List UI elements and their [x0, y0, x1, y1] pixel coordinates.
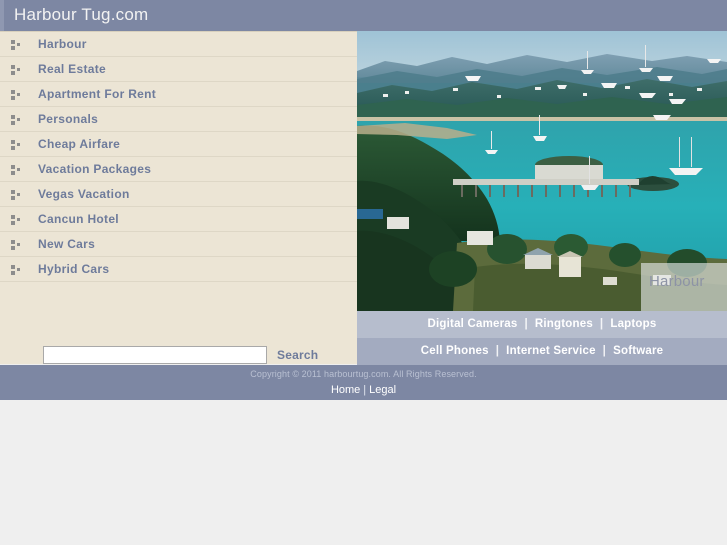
list-bullet-icon: [11, 65, 22, 75]
sidebar-item-label: Vegas Vacation: [38, 187, 130, 201]
watermark-label: Harbour: [649, 273, 705, 290]
list-bullet-icon: [11, 190, 22, 200]
site-footer: Copyright © 2011 harbourtug.com. All Rig…: [0, 365, 727, 400]
sidebar-item-cancun-hotel[interactable]: Cancun Hotel: [0, 207, 357, 232]
list-bullet-icon: [11, 40, 22, 50]
nav-separator: |: [524, 318, 528, 330]
nav-link-digital-cameras[interactable]: Digital Cameras: [428, 318, 518, 330]
page-title: Harbour Tug.com: [14, 5, 149, 24]
sidebar-item-harbour[interactable]: Harbour: [0, 32, 357, 57]
category-nav-bar-secondary: Cell Phones | Internet Service | Software: [357, 338, 727, 365]
list-bullet-icon: [11, 265, 22, 275]
sidebar-item-label: Harbour: [38, 37, 87, 51]
nav-separator: |: [599, 318, 604, 330]
nav-separator: |: [495, 345, 500, 357]
image-watermark: Harbour: [641, 263, 727, 311]
sidebar-item-label: Vacation Packages: [38, 162, 152, 176]
sidebar-item-personals[interactable]: Personals: [0, 107, 357, 132]
list-bullet-icon: [11, 115, 22, 125]
footer-link-home[interactable]: Home: [331, 384, 360, 396]
footer-link-legal[interactable]: Legal: [369, 384, 396, 396]
sidebar-item-real-estate[interactable]: Real Estate: [0, 57, 357, 82]
list-bullet-icon: [11, 215, 22, 225]
sidebar-item-hybrid-cars[interactable]: Hybrid Cars: [0, 257, 357, 282]
sidebar-item-label: Cheap Airfare: [38, 137, 121, 151]
search-area: Search: [0, 310, 357, 364]
footer-separator: |: [363, 384, 367, 396]
sidebar-item-new-cars[interactable]: New Cars: [0, 232, 357, 257]
search-input[interactable]: [43, 346, 267, 364]
sidebar-item-label: Real Estate: [38, 62, 106, 76]
sidebar-item-label: New Cars: [38, 237, 96, 251]
category-nav-bar-primary: Digital Cameras | Ringtones | Laptops: [357, 311, 727, 338]
header-accent-bar: [0, 0, 4, 31]
list-bullet-icon: [11, 240, 22, 250]
list-bullet-icon: [11, 140, 22, 150]
nav-link-cell-phones[interactable]: Cell Phones: [421, 345, 489, 357]
site-header: Harbour Tug.com: [0, 0, 727, 31]
nav-separator: |: [602, 345, 607, 357]
page-background-area: [0, 400, 727, 545]
copyright-text: Copyright © 2011 harbourtug.com. All Rig…: [250, 369, 477, 379]
sidebar-item-label: Apartment For Rent: [38, 87, 157, 101]
sidebar-item-label: Hybrid Cars: [38, 262, 110, 276]
sidebar: Harbour Real Estate Apartment For Rent P…: [0, 31, 357, 364]
nav-link-ringtones[interactable]: Ringtones: [535, 318, 593, 330]
sidebar-item-vegas-vacation[interactable]: Vegas Vacation: [0, 182, 357, 207]
sidebar-item-vacation-packages[interactable]: Vacation Packages: [0, 157, 357, 182]
sidebar-item-apartment-for-rent[interactable]: Apartment For Rent: [0, 82, 357, 107]
sidebar-item-label: Personals: [38, 112, 99, 126]
search-button[interactable]: Search: [277, 348, 318, 362]
nav-link-internet-service[interactable]: Internet Service: [506, 345, 596, 357]
sidebar-item-cheap-airfare[interactable]: Cheap Airfare: [0, 132, 357, 157]
sidebar-item-label: Cancun Hotel: [38, 212, 119, 226]
list-bullet-icon: [11, 165, 22, 175]
sidebar-menu: Harbour Real Estate Apartment For Rent P…: [0, 32, 357, 282]
list-bullet-icon: [11, 90, 22, 100]
footer-links: Home | Legal: [0, 384, 727, 396]
hero-image: Harbour: [357, 31, 727, 311]
nav-link-laptops[interactable]: Laptops: [610, 318, 656, 330]
page-root: Harbour Tug.com Harbour Real Estate Apar…: [0, 0, 727, 545]
nav-link-software[interactable]: Software: [613, 345, 663, 357]
